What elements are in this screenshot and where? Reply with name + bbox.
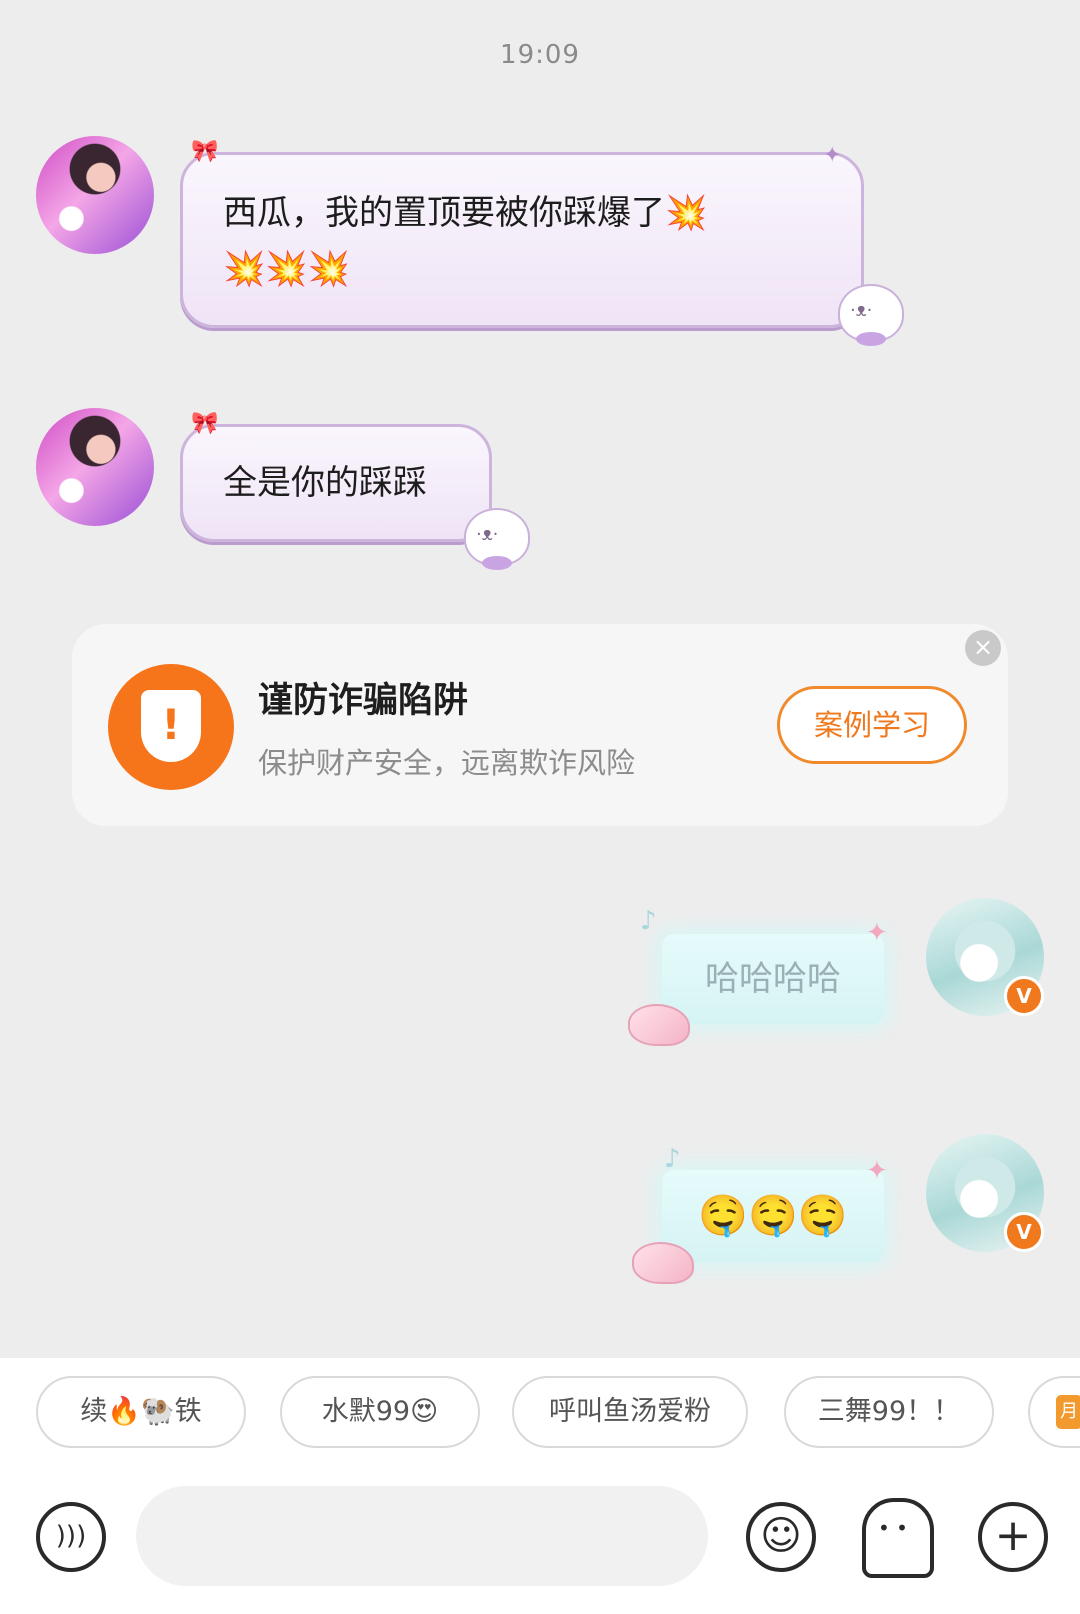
message-bubble-left[interactable]: 🎀 西瓜，我的置顶要被你踩爆了💥 💥💥💥 ✦: [180, 141, 864, 328]
vip-badge: V: [1004, 1212, 1044, 1252]
bunny-decoration-icon: [838, 284, 904, 346]
message-text: 全是你的踩踩: [223, 463, 427, 503]
shield-mark: !: [141, 690, 201, 762]
message-bubble-right[interactable]: 🤤🤤🤤: [662, 1170, 884, 1262]
bottom-panel: 续🔥🐏铁 水默99😍 呼叫鱼汤爱粉 三舞99！！ 月 ))) ☺ +: [0, 1358, 1080, 1614]
message-bubble-right[interactable]: 哈哈哈哈: [662, 934, 884, 1024]
bow-icon: 🎀: [191, 139, 219, 164]
plus-icon[interactable]: +: [978, 1502, 1048, 1572]
bow-icon: 🎀: [191, 411, 219, 436]
message-input[interactable]: [136, 1486, 708, 1586]
voice-icon[interactable]: ))): [36, 1502, 106, 1572]
quick-reply-chip[interactable]: 呼叫鱼汤爱粉: [512, 1376, 748, 1448]
avatar-left[interactable]: [36, 136, 154, 254]
message-text: 哈哈哈哈: [705, 959, 841, 999]
quick-reply-row: 续🔥🐏铁 水默99😍 呼叫鱼汤爱粉 三舞99！！ 月: [0, 1376, 1080, 1448]
case-study-button[interactable]: 案例学习: [777, 686, 967, 764]
quick-reply-partial-label: 月: [1056, 1395, 1080, 1429]
message-text-line2: 💥💥💥: [223, 249, 351, 289]
shell-icon: [632, 1242, 694, 1284]
quick-reply-chip-partial[interactable]: 月: [1028, 1376, 1080, 1448]
quick-reply-chip[interactable]: 续🔥🐏铁: [36, 1376, 246, 1448]
message-bubble-left[interactable]: 🎀 全是你的踩踩: [180, 413, 492, 542]
avatar-left[interactable]: [36, 408, 154, 526]
sticker-icon[interactable]: [862, 1498, 934, 1578]
quick-reply-chip[interactable]: 水默99😍: [280, 1376, 480, 1448]
quick-reply-chip[interactable]: 三舞99！！: [784, 1376, 994, 1448]
input-row: ))) ☺ +: [0, 1486, 1080, 1596]
warning-title: 谨防诈骗陷阱: [258, 681, 469, 721]
music-note-icon: ♪: [640, 906, 657, 936]
chat-timestamp: 19:09: [500, 40, 580, 70]
star-icon: ✦: [866, 1156, 888, 1186]
vip-badge: V: [1004, 976, 1044, 1016]
bow-icon: ✦: [823, 143, 842, 168]
music-note-icon: ♪: [664, 1144, 681, 1174]
message-text-line1: 西瓜，我的置顶要被你踩爆了💥: [223, 193, 708, 233]
emoji-icon[interactable]: ☺: [746, 1502, 816, 1572]
emoji-message: 🤤🤤🤤: [698, 1193, 848, 1239]
bunny-decoration-icon: [464, 508, 530, 570]
star-icon: ✦: [866, 918, 888, 948]
shell-icon: [628, 1004, 690, 1046]
fraud-warning-card: ! 谨防诈骗陷阱 保护财产安全，远离欺诈风险 案例学习 ×: [72, 624, 1008, 826]
shield-alert-icon: !: [108, 664, 234, 790]
close-icon[interactable]: ×: [965, 630, 1001, 666]
warning-subtitle: 保护财产安全，远离欺诈风险: [258, 746, 636, 780]
